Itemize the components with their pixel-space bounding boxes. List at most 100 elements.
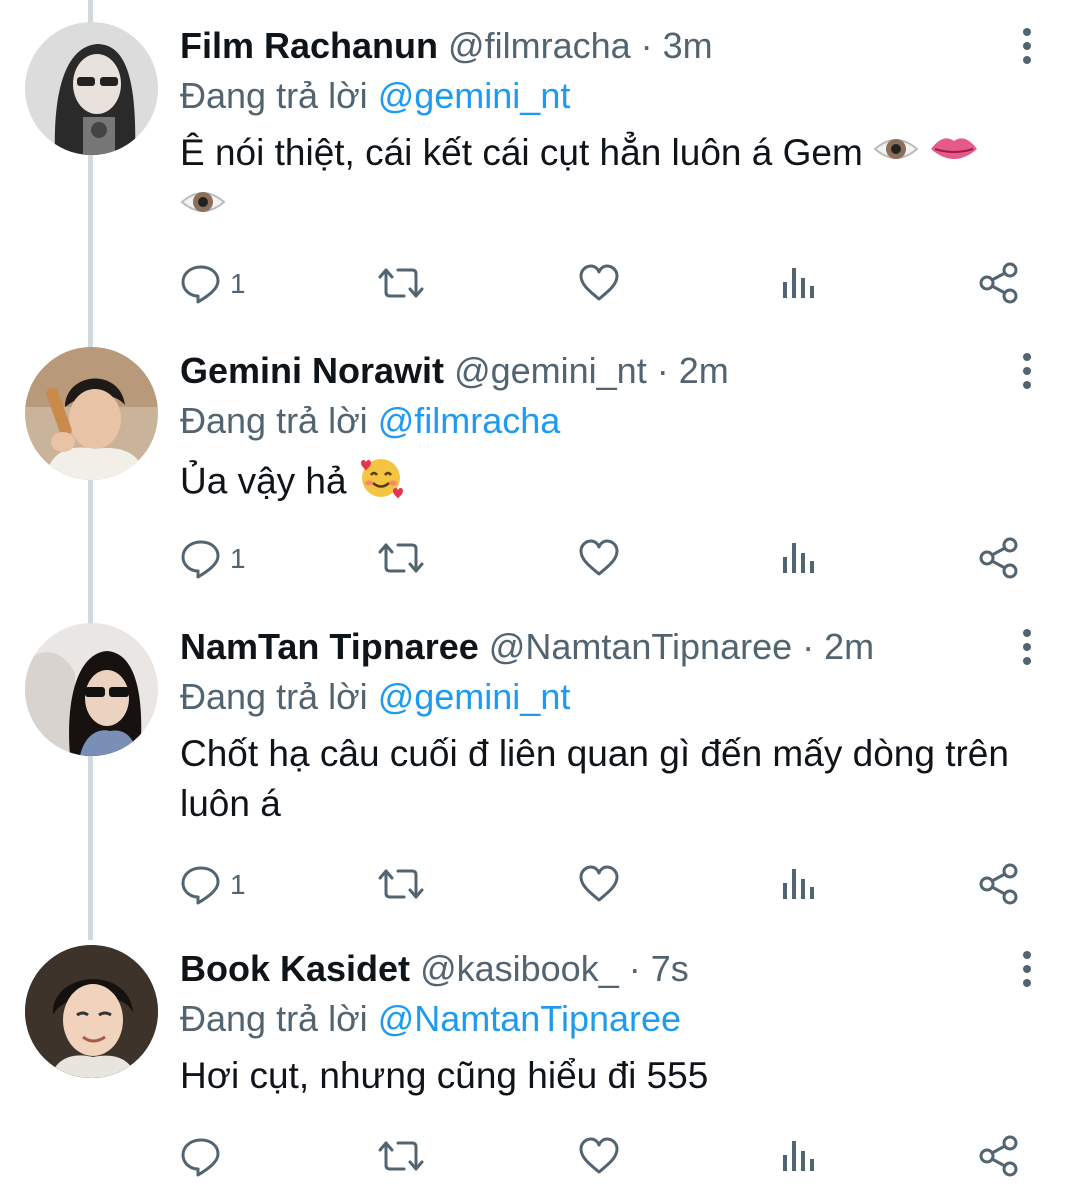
retweet-button[interactable] bbox=[378, 537, 426, 585]
separator: · bbox=[646, 350, 679, 391]
replying-to: Đang trả lời @gemini_nt bbox=[180, 673, 570, 721]
more-options-icon[interactable] bbox=[1013, 951, 1041, 991]
analytics-icon bbox=[783, 268, 814, 298]
display-name[interactable]: Book Kasidet bbox=[180, 948, 410, 989]
analytics-icon bbox=[783, 869, 814, 899]
share-icon bbox=[979, 262, 1018, 304]
reply-button[interactable]: 1 bbox=[180, 262, 260, 310]
display-name[interactable]: Film Rachanun bbox=[180, 25, 438, 66]
replying-to-mention[interactable]: @NamtanTipnaree bbox=[378, 998, 681, 1039]
retweet-button[interactable] bbox=[378, 863, 426, 911]
analytics-icon bbox=[783, 1141, 814, 1171]
more-options-icon[interactable] bbox=[1013, 28, 1041, 68]
analytics-button[interactable] bbox=[780, 537, 820, 585]
avatar[interactable] bbox=[25, 347, 158, 480]
like-button[interactable] bbox=[578, 537, 622, 585]
analytics-button[interactable] bbox=[780, 262, 820, 310]
reply-button[interactable] bbox=[180, 1135, 260, 1183]
eye-emoji-icon bbox=[873, 129, 919, 182]
reply-icon bbox=[181, 265, 220, 304]
avatar[interactable] bbox=[25, 945, 158, 1078]
analytics-button[interactable] bbox=[780, 863, 820, 911]
lips-emoji-icon bbox=[929, 129, 979, 182]
retweet-button[interactable] bbox=[378, 1135, 426, 1183]
heart-icon bbox=[579, 264, 619, 301]
share-icon bbox=[979, 537, 1018, 579]
tweet-text-content: Ê nói thiệt, cái kết cái cụt hẳn luôn á … bbox=[180, 132, 863, 173]
more-options-icon[interactable] bbox=[1013, 353, 1041, 393]
user-handle[interactable]: @kasibook_ bbox=[420, 948, 619, 989]
tweet-text-content: Hơi cụt, nhưng cũng hiểu đi 555 bbox=[180, 1055, 709, 1096]
tweet-header: Book Kasidet @kasibook_ · 7s bbox=[180, 945, 689, 993]
replying-to-mention[interactable]: @gemini_nt bbox=[378, 676, 571, 717]
tweet-actions bbox=[0, 1135, 1080, 1183]
reply-button[interactable]: 1 bbox=[180, 537, 260, 585]
separator: · bbox=[792, 626, 825, 667]
reply-button[interactable]: 1 bbox=[180, 863, 260, 911]
tweet-item[interactable]: Gemini Norawit @gemini_nt · 2m Đang trả … bbox=[0, 347, 1080, 597]
heart-icon bbox=[579, 539, 619, 576]
reply-icon bbox=[181, 540, 220, 579]
analytics-button[interactable] bbox=[780, 1135, 820, 1183]
replying-to-label: Đang trả lời bbox=[180, 998, 368, 1039]
tweet-text: Ủa vậy hả bbox=[180, 453, 1050, 514]
tweet-text: Hơi cụt, nhưng cũng hiểu đi 555 bbox=[180, 1051, 1050, 1101]
user-handle[interactable]: @gemini_nt bbox=[454, 350, 647, 391]
tweet-text-content: Ủa vậy hả bbox=[180, 460, 347, 502]
retweet-icon bbox=[378, 1141, 424, 1171]
tweet-text: Ê nói thiệt, cái kết cái cụt hẳn luôn á … bbox=[180, 128, 1050, 238]
avatar[interactable] bbox=[25, 22, 158, 155]
reply-count: 1 bbox=[230, 268, 246, 299]
reply-count: 1 bbox=[230, 543, 246, 574]
share-button[interactable] bbox=[978, 1135, 1022, 1183]
like-button[interactable] bbox=[578, 262, 622, 310]
tweet-header: Film Rachanun @filmracha · 3m bbox=[180, 22, 713, 70]
retweet-button[interactable] bbox=[378, 262, 426, 310]
tweet-item[interactable]: Book Kasidet @kasibook_ · 7s Đang trả lờ… bbox=[0, 945, 1080, 1191]
share-icon bbox=[979, 1135, 1018, 1177]
retweet-icon bbox=[378, 543, 424, 573]
timestamp[interactable]: 2m bbox=[679, 350, 729, 391]
tweet-item[interactable]: Film Rachanun @filmracha · 3m Đang trả l… bbox=[0, 22, 1080, 322]
replying-to-label: Đang trả lời bbox=[180, 400, 368, 441]
replying-to-mention[interactable]: @gemini_nt bbox=[378, 75, 571, 116]
separator: · bbox=[618, 948, 651, 989]
share-button[interactable] bbox=[978, 863, 1022, 911]
like-button[interactable] bbox=[578, 1135, 622, 1183]
display-name[interactable]: NamTan Tipnaree bbox=[180, 626, 479, 667]
heart-icon bbox=[579, 865, 619, 902]
reply-icon bbox=[181, 1138, 220, 1177]
reply-count: 1 bbox=[230, 869, 246, 900]
share-button[interactable] bbox=[978, 262, 1022, 310]
display-name[interactable]: Gemini Norawit bbox=[180, 350, 444, 391]
replying-to: Đang trả lời @gemini_nt bbox=[180, 72, 570, 120]
timestamp[interactable]: 3m bbox=[663, 25, 713, 66]
more-options-icon[interactable] bbox=[1013, 629, 1041, 669]
timestamp[interactable]: 7s bbox=[651, 948, 689, 989]
share-button[interactable] bbox=[978, 537, 1022, 585]
user-handle[interactable]: @NamtanTipnaree bbox=[489, 626, 792, 667]
retweet-icon bbox=[378, 869, 424, 899]
replying-to-label: Đang trả lời bbox=[180, 75, 368, 116]
tweet-actions: 1 bbox=[0, 863, 1080, 911]
heart-icon bbox=[579, 1137, 619, 1174]
replying-to: Đang trả lời @filmracha bbox=[180, 397, 560, 445]
replying-to-mention[interactable]: @filmracha bbox=[378, 400, 561, 441]
avatar[interactable] bbox=[25, 623, 158, 756]
user-handle[interactable]: @filmracha bbox=[448, 25, 631, 66]
analytics-icon bbox=[783, 543, 814, 573]
like-button[interactable] bbox=[578, 863, 622, 911]
tweet-actions: 1 bbox=[0, 537, 1080, 585]
share-icon bbox=[979, 863, 1018, 905]
separator: · bbox=[630, 25, 663, 66]
retweet-icon bbox=[378, 268, 424, 298]
replying-to: Đang trả lời @NamtanTipnaree bbox=[180, 995, 681, 1043]
tweet-header: Gemini Norawit @gemini_nt · 2m bbox=[180, 347, 729, 395]
reply-icon bbox=[181, 866, 220, 905]
tweet-item[interactable]: NamTan Tipnaree @NamtanTipnaree · 2m Đan… bbox=[0, 623, 1080, 923]
tweet-actions: 1 bbox=[0, 262, 1080, 310]
tweet-text-content: Chốt hạ câu cuối đ liên quan gì đến mấy … bbox=[180, 733, 1009, 824]
tweet-header: NamTan Tipnaree @NamtanTipnaree · 2m bbox=[180, 623, 874, 671]
timestamp[interactable]: 2m bbox=[824, 626, 874, 667]
replying-to-label: Đang trả lời bbox=[180, 676, 368, 717]
